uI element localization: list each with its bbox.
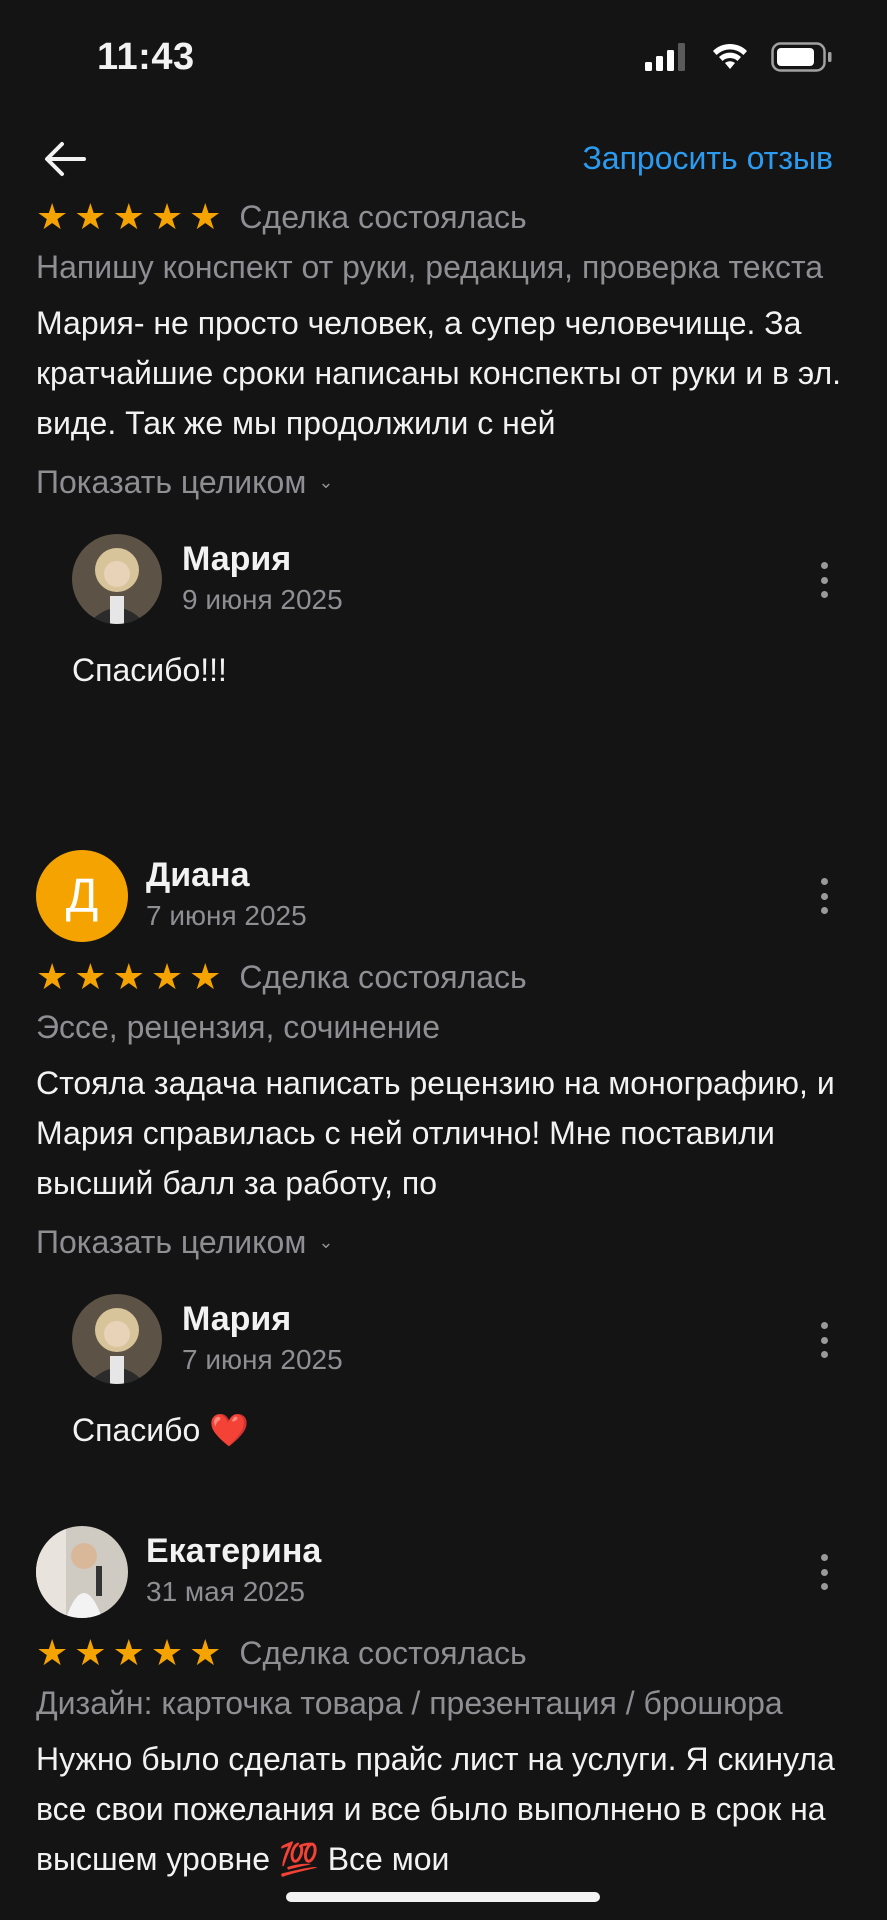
- back-button[interactable]: [40, 134, 90, 184]
- review-category: Эссе, рецензия, сочинение: [36, 1009, 441, 1045]
- show-more-label: Показать целиком: [36, 463, 307, 500]
- review-author-row: Екатерина 31 мая 2025: [0, 1526, 887, 1626]
- star-icon: ★: [189, 956, 222, 997]
- rating-row: ★ ★ ★ ★ ★ Сделка состоялась: [36, 950, 887, 1004]
- reviews-list[interactable]: ★ ★ ★ ★ ★ Сделка состоялась Напишу консп…: [0, 190, 887, 1920]
- request-review-link[interactable]: Запросить отзыв: [582, 140, 833, 177]
- more-options-button[interactable]: [817, 1322, 831, 1358]
- star-icon: ★: [74, 196, 107, 237]
- star-icon: ★: [150, 956, 184, 997]
- reply-author-name: Мария: [182, 540, 292, 578]
- star-icon: ★: [189, 196, 222, 237]
- reply-text: Спасибо!!!: [72, 652, 227, 688]
- seller-reply: Мария 7 июня 2025 Спасибо ❤️: [0, 1294, 887, 1452]
- rating-row: ★ ★ ★ ★ ★ Сделка состоялась: [36, 1626, 887, 1680]
- review-item: ★ ★ ★ ★ ★ Сделка состоялась Напишу консп…: [0, 190, 887, 692]
- deal-status: Сделка состоялась: [239, 1634, 527, 1671]
- star-icon: ★: [74, 956, 107, 997]
- home-indicator[interactable]: [286, 1892, 600, 1902]
- chevron-down-icon: ⌄: [318, 1231, 334, 1252]
- review-item: Екатерина 31 мая 2025 ★ ★ ★ ★ ★ Сделка с…: [0, 1526, 887, 1884]
- deal-status: Сделка состоялась: [239, 198, 527, 235]
- avatar[interactable]: [72, 1294, 162, 1384]
- star-rating: ★ ★ ★ ★ ★: [36, 1635, 221, 1671]
- reply-author-name: Мария: [182, 1300, 292, 1338]
- review-date: 31 мая 2025: [146, 1576, 305, 1607]
- status-bar: 11:43: [0, 0, 887, 110]
- star-icon: ★: [74, 1632, 107, 1673]
- seller-reply: Мария 9 июня 2025 Спасибо!!!: [0, 534, 887, 692]
- review-text: Нужно было сделать прайс лист на услуги.…: [36, 1741, 835, 1877]
- star-icon: ★: [36, 196, 69, 237]
- review-text: Мария- не просто человек, а супер челове…: [36, 305, 842, 441]
- nav-bar: Запросить отзыв: [0, 120, 887, 200]
- star-rating: ★ ★ ★ ★ ★: [36, 959, 221, 995]
- avatar-photo: [36, 1526, 128, 1618]
- show-more-link[interactable]: Показать целиком ⌄: [36, 1214, 887, 1270]
- review-category: Дизайн: карточка товара / презентация / …: [36, 1685, 783, 1721]
- avatar-photo: [72, 534, 162, 624]
- review-item: Д Диана 7 июня 2025 ★ ★ ★ ★ ★ Сделка сос…: [0, 850, 887, 1452]
- reply-author-row: Мария 7 июня 2025: [0, 1294, 887, 1394]
- show-more-link[interactable]: Показать целиком ⌄: [36, 454, 887, 510]
- battery-icon: [771, 42, 832, 72]
- star-icon: ★: [189, 1632, 222, 1673]
- reply-text: Спасибо ❤️: [72, 1412, 249, 1448]
- avatar[interactable]: Д: [36, 850, 128, 942]
- review-author-name: Екатерина: [146, 1532, 322, 1570]
- arrow-left-icon: [45, 142, 86, 176]
- show-more-label: Показать целиком: [36, 1223, 307, 1260]
- star-icon: ★: [36, 1632, 69, 1673]
- status-icons: [645, 42, 833, 72]
- star-icon: ★: [112, 956, 145, 997]
- status-time: 11:43: [97, 36, 195, 78]
- star-icon: ★: [150, 1632, 184, 1673]
- review-author-name: Диана: [146, 856, 250, 894]
- star-icon: ★: [112, 196, 145, 237]
- more-options-button[interactable]: [817, 1554, 831, 1590]
- star-icon: ★: [112, 1632, 145, 1673]
- star-icon: ★: [150, 196, 184, 237]
- more-options-button[interactable]: [817, 878, 831, 914]
- avatar-photo: [72, 1294, 162, 1384]
- review-date: 7 июня 2025: [146, 900, 307, 931]
- rating-row: ★ ★ ★ ★ ★ Сделка состоялась: [36, 190, 887, 244]
- review-text: Стояла задача написать рецензию на моног…: [36, 1065, 835, 1201]
- deal-status: Сделка состоялась: [239, 958, 527, 995]
- reply-date: 9 июня 2025: [182, 584, 343, 615]
- chevron-down-icon: ⌄: [318, 471, 334, 492]
- cellular-signal-icon: [645, 43, 685, 71]
- review-author-row: Д Диана 7 июня 2025: [0, 850, 887, 950]
- avatar[interactable]: [36, 1526, 128, 1618]
- wifi-icon: [713, 43, 747, 69]
- reply-author-row: Мария 9 июня 2025: [0, 534, 887, 634]
- review-category: Напишу конспект от руки, редакция, прове…: [36, 249, 824, 285]
- more-options-button[interactable]: [817, 562, 831, 598]
- avatar[interactable]: [72, 534, 162, 624]
- reply-date: 7 июня 2025: [182, 1344, 343, 1375]
- star-rating: ★ ★ ★ ★ ★: [36, 199, 221, 235]
- star-icon: ★: [36, 956, 69, 997]
